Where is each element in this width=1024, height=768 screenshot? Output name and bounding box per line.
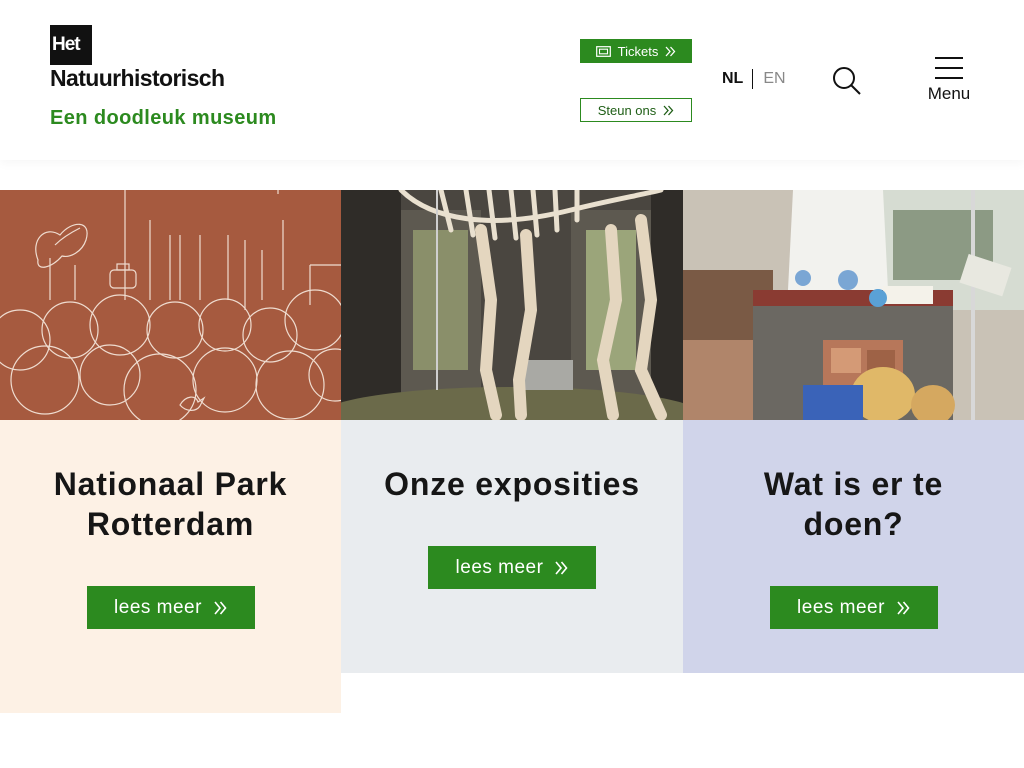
card-title: Onze exposities: [384, 466, 640, 502]
card-body: Onze exposities lees meer: [341, 420, 683, 673]
card-exposities: Onze exposities lees meer: [341, 190, 683, 673]
lang-nl-link[interactable]: NL: [722, 69, 754, 89]
site-header: Het Natuurhistorisch Een doodleuk museum…: [0, 0, 1024, 160]
lab-children-photo: [683, 190, 1024, 420]
lang-en-link[interactable]: EN: [753, 69, 785, 89]
hamburger-icon: [935, 57, 963, 79]
tagline: Een doodleuk museum: [50, 107, 277, 129]
language-switcher: NL EN: [722, 69, 786, 89]
tickets-label: Tickets: [617, 43, 659, 59]
read-more-label: lees meer: [797, 596, 885, 618]
double-chevron-right-icon: [214, 600, 227, 615]
read-more-label: lees meer: [455, 556, 544, 578]
card-image-lab-photo[interactable]: [683, 190, 1024, 420]
card-wat-te-doen: Wat is er te doen? lees meer: [683, 190, 1024, 673]
read-more-button[interactable]: lees meer: [428, 546, 596, 589]
card-title: Wat is er te doen?: [763, 466, 944, 542]
read-more-button[interactable]: lees meer: [769, 586, 938, 629]
card-title: Nationaal Park Rotterdam: [53, 466, 288, 542]
card-body: Nationaal Park Rotterdam lees meer: [0, 420, 341, 713]
double-chevron-right-icon: [665, 46, 676, 56]
card-body: Wat is er te doen? lees meer: [683, 420, 1024, 673]
tickets-button[interactable]: Tickets: [580, 39, 692, 63]
card-image-skeleton-photo[interactable]: [341, 190, 683, 420]
skeleton-photo: [341, 190, 683, 420]
logo-name: Natuurhistorisch: [50, 65, 225, 91]
logo-het: Het: [50, 25, 92, 65]
search-icon: [833, 67, 861, 95]
search-button[interactable]: [832, 66, 862, 96]
double-chevron-right-icon: [663, 105, 674, 115]
double-chevron-right-icon: [897, 600, 910, 615]
donate-label: Steun ons: [597, 102, 657, 118]
donate-button[interactable]: Steun ons: [580, 98, 692, 122]
read-more-button[interactable]: lees meer: [86, 586, 255, 629]
card-image-park-illustration[interactable]: [0, 190, 341, 420]
park-illustration: [0, 190, 341, 420]
ticket-icon: [595, 45, 611, 57]
read-more-label: lees meer: [114, 596, 202, 618]
menu-label: Menu: [927, 84, 971, 103]
card-nationaal-park: Nationaal Park Rotterdam lees meer: [0, 190, 341, 713]
double-chevron-right-icon: [555, 560, 568, 575]
feature-cards: Nationaal Park Rotterdam lees meer Onze …: [0, 190, 1024, 720]
menu-button[interactable]: Menu: [926, 56, 972, 104]
